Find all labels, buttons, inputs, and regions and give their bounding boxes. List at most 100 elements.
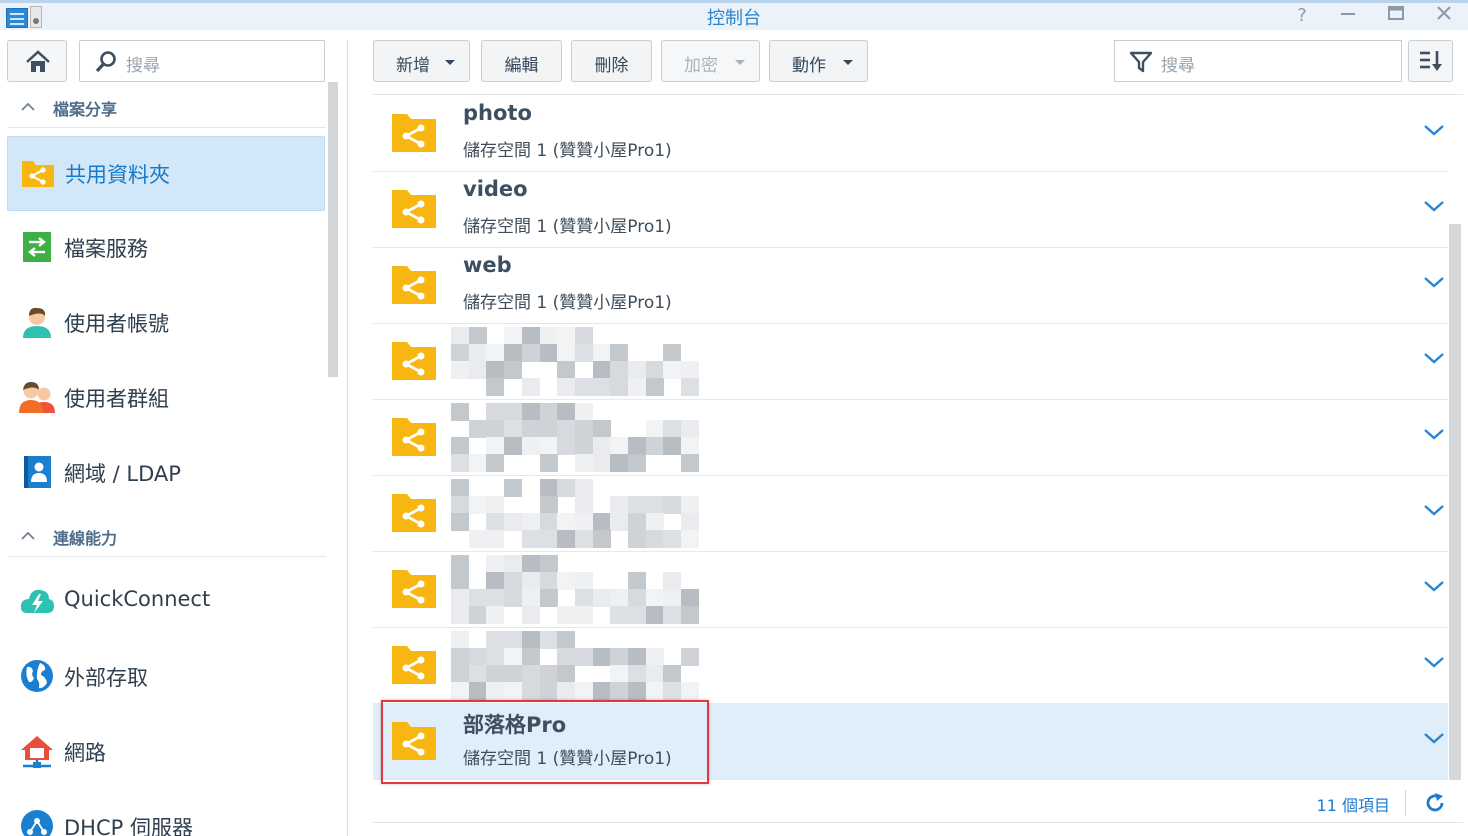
action-button[interactable]: 動作	[769, 40, 868, 82]
filter-icon	[1129, 51, 1153, 73]
sidebar-item-label: QuickConnect	[64, 587, 211, 611]
home-button[interactable]	[7, 40, 67, 82]
shared-folder-icon	[392, 646, 436, 684]
shared-folder-icon	[392, 114, 436, 152]
window-title: 控制台	[707, 8, 761, 29]
home-icon	[26, 50, 50, 72]
refresh-icon[interactable]	[1424, 792, 1446, 814]
folder-location: 儲存空間 1 (贊贊小屋Pro1)	[463, 293, 672, 313]
sidebar-item-shared-folder[interactable]: 共用資料夾	[7, 136, 325, 211]
folder-row[interactable]	[373, 551, 1448, 628]
redacted-folder-info	[451, 555, 700, 624]
folder-name: web	[463, 253, 512, 277]
create-button[interactable]: 新增	[373, 40, 470, 82]
shared-folder-icon	[392, 494, 436, 532]
chevron-up-icon	[21, 102, 35, 111]
section-label: 連線能力	[53, 529, 118, 548]
close-button[interactable]	[1432, 4, 1456, 28]
folder-name: video	[463, 177, 528, 201]
sort-icon	[1420, 51, 1442, 71]
sidebar-search-placeholder: 搜尋	[126, 56, 160, 76]
sidebar-item-label: 共用資料夾	[65, 163, 170, 187]
item-count: 11 個項目	[1316, 796, 1390, 815]
chevron-down-icon[interactable]	[1423, 731, 1445, 745]
sidebar-item-domain-ldap[interactable]: 網域 / LDAP	[7, 436, 325, 511]
delete-button[interactable]: 刪除	[571, 40, 652, 82]
help-button[interactable]: ?	[1290, 4, 1314, 28]
sidebar-item-external-access[interactable]: 外部存取	[7, 640, 325, 715]
folder-row[interactable]: photo 儲存空間 1 (贊贊小屋Pro1)	[373, 95, 1448, 172]
redacted-folder-info	[451, 327, 700, 396]
sidebar-item-label: 使用者群組	[64, 387, 169, 411]
sort-button[interactable]	[1408, 40, 1453, 82]
sidebar-search-input[interactable]: 搜尋	[79, 40, 325, 82]
sidebar: 搜尋 檔案分享 共用資料夾 檔案服務 使用者帳號 使用者群組 網域 / LDAP…	[0, 30, 340, 836]
dhcp-icon	[21, 810, 53, 836]
sidebar-item-label: 外部存取	[64, 666, 148, 690]
chevron-up-icon	[21, 531, 35, 540]
title-bar: 控制台 ?	[0, 0, 1468, 30]
redacted-folder-info	[451, 479, 700, 548]
chevron-down-icon[interactable]	[1423, 351, 1445, 365]
maximize-icon	[1388, 6, 1404, 20]
folder-search-placeholder: 搜尋	[1161, 56, 1195, 76]
annotation-highlight-box	[381, 700, 709, 784]
list-bottom-border	[373, 822, 1463, 823]
encrypt-button[interactable]: 加密	[661, 40, 760, 82]
chevron-down-icon[interactable]	[1423, 123, 1445, 137]
folder-search-input[interactable]: 搜尋	[1114, 40, 1402, 82]
pane-divider	[347, 40, 348, 836]
group-icon	[19, 382, 55, 413]
edit-button[interactable]: 編輯	[481, 40, 562, 82]
file-services-icon	[23, 232, 51, 262]
globe-icon	[21, 660, 53, 692]
sidebar-item-group[interactable]: 使用者群組	[7, 361, 325, 436]
maximize-button[interactable]	[1384, 4, 1408, 28]
shared-folder-icon	[392, 266, 436, 304]
folder-row[interactable]: video 儲存空間 1 (贊贊小屋Pro1)	[373, 171, 1448, 248]
quickconnect-icon	[20, 589, 54, 613]
delete-button-label: 刪除	[594, 56, 629, 76]
folder-row[interactable]	[373, 627, 1448, 704]
chevron-down-icon[interactable]	[1423, 275, 1445, 289]
caret-down-icon	[735, 60, 745, 65]
user-icon	[23, 307, 51, 338]
sidebar-item-network[interactable]: 網路	[7, 715, 325, 790]
folder-row[interactable]	[373, 399, 1448, 476]
caret-down-icon	[843, 60, 853, 65]
close-icon	[1437, 6, 1451, 20]
sidebar-item-file-services[interactable]: 檔案服務	[7, 211, 325, 286]
shared-folder-icon	[392, 418, 436, 456]
list-scrollbar[interactable]	[1449, 224, 1461, 780]
shared-folder-icon	[392, 570, 436, 608]
caret-down-icon	[445, 60, 455, 65]
chevron-down-icon[interactable]	[1423, 503, 1445, 517]
chevron-down-icon[interactable]	[1423, 579, 1445, 593]
domain-ldap-icon	[24, 456, 51, 488]
minimize-button[interactable]	[1336, 4, 1360, 28]
shared-folder-icon	[22, 161, 54, 187]
sidebar-scrollbar[interactable]	[328, 82, 338, 377]
sidebar-item-label: DHCP 伺服器	[64, 816, 193, 836]
sidebar-item-label: 網路	[64, 741, 106, 765]
section-connectivity[interactable]: 連線能力	[8, 517, 326, 557]
network-icon	[21, 736, 53, 768]
chevron-down-icon[interactable]	[1423, 199, 1445, 213]
section-file-sharing[interactable]: 檔案分享	[8, 88, 326, 128]
section-label: 檔案分享	[53, 100, 118, 119]
folder-row[interactable]	[373, 323, 1448, 400]
folder-name: photo	[463, 101, 532, 125]
folder-row[interactable]	[373, 475, 1448, 552]
shared-folder-icon	[392, 342, 436, 380]
sidebar-item-user[interactable]: 使用者帳號	[7, 286, 325, 361]
sidebar-item-dhcp[interactable]: DHCP 伺服器	[7, 790, 325, 836]
sidebar-item-label: 網域 / LDAP	[64, 462, 181, 486]
footer-separator	[1405, 790, 1406, 816]
redacted-folder-info	[451, 403, 700, 472]
chevron-down-icon[interactable]	[1423, 427, 1445, 441]
folder-row[interactable]: web 儲存空間 1 (贊贊小屋Pro1)	[373, 247, 1448, 324]
folder-location: 儲存空間 1 (贊贊小屋Pro1)	[463, 141, 672, 161]
sidebar-item-quickconnect[interactable]: QuickConnect	[7, 565, 325, 640]
shared-folder-icon	[392, 190, 436, 228]
chevron-down-icon[interactable]	[1423, 655, 1445, 669]
